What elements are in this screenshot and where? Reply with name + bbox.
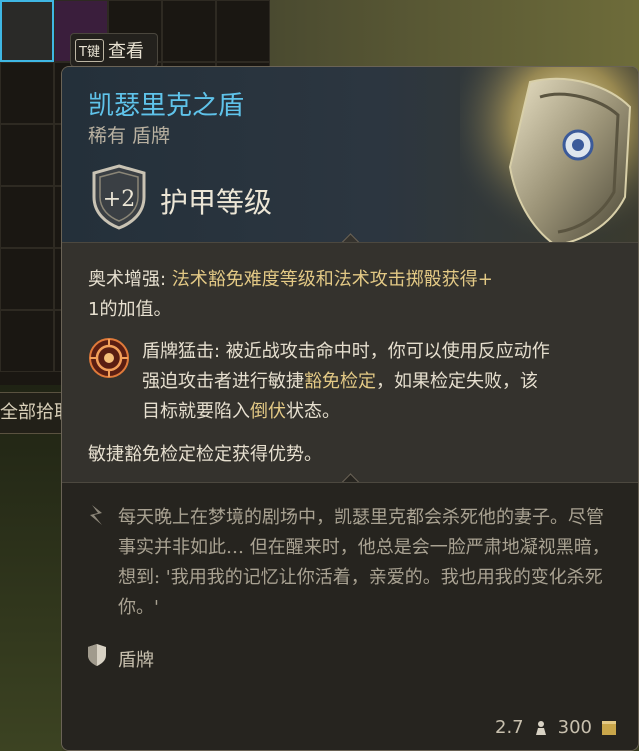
item-tooltip: 凯瑟里克之盾 稀有 盾牌 +2 护甲等级 奥术增强: 法术豁免难度等级和法术攻击… [61,66,639,751]
item-name: 凯瑟里克之盾 [88,91,245,121]
arcane-line2: 1的加值。 [88,299,172,320]
bash-line3-b: 状态。 [286,401,340,422]
item-footer: 2.7 300 [495,717,618,738]
inventory-slot[interactable] [0,248,54,310]
shield-armor-icon: +2 [92,164,146,230]
arcane-bonus-text: 法术豁免难度等级和法术攻击掷骰获得+ [171,269,493,290]
loot-all-label: 全部拾取 [0,402,68,423]
weight-value: 2.7 [495,717,524,738]
properties-section: 奥术增强: 法术豁免难度等级和法术攻击掷骰获得+ 1的加值。 盾牌猛击: 被近战… [62,242,638,483]
shield-type-icon [88,644,106,666]
inventory-slot[interactable] [0,186,54,248]
item-rarity-type: 稀有 盾牌 [88,125,171,147]
weight-icon [535,720,546,735]
bash-line2-b: ，如果检定失败，该 [376,371,538,392]
gold-value: 300 [557,717,592,738]
armor-value: +2 [103,187,135,212]
hint-key: T键 [75,38,104,62]
lore-section: 每天晚上在梦境的剧场中，凯瑟里克都会杀死他的妻子。尽管事实并非如此… 但在醒来时… [62,482,638,750]
item-type-label: 盾牌 [118,650,154,671]
bash-line3-a: 目标就要陷入 [142,401,250,422]
inventory-slot[interactable] [0,310,54,372]
prone-link[interactable]: 倒伏 [250,401,286,422]
coin-icon [602,720,616,735]
quote-icon [90,505,102,525]
world-background-lower [0,385,62,751]
shield-bash-icon [89,338,129,378]
inventory-slot-selected[interactable] [0,0,54,62]
inventory-slot[interactable] [0,124,54,186]
inventory-slot[interactable] [216,0,270,62]
bash-title: 盾牌猛击: [142,341,226,362]
lore-text: 每天晚上在梦境的剧场中，凯瑟里克都会杀死他的妻子。尽管事实并非如此… 但在醒来时… [118,507,610,618]
shield-item-art [460,67,638,247]
armor-class-label: 护甲等级 [160,186,273,219]
inventory-slot[interactable] [162,0,216,62]
saving-throw-link[interactable]: 豁免检定 [304,371,376,392]
inspect-hint[interactable]: T键 查看 [70,33,158,67]
bash-line2-a: 强迫攻击者进行敏捷 [142,371,304,392]
shield-bash-text: 盾牌猛击: 被近战攻击命中时，你可以使用反应动作 强迫攻击者进行敏捷豁免检定，如… [142,337,638,427]
loot-all-tab[interactable]: 全部拾取 [0,392,68,434]
bash-line1: 被近战攻击命中时，你可以使用反应动作 [225,341,550,362]
arcane-prefix: 奥术增强: [88,269,172,290]
arcane-enhancement: 奥术增强: 法术豁免难度等级和法术攻击掷骰获得+ 1的加值。 [88,265,608,325]
inventory-slot[interactable] [0,62,54,124]
advantage-text: 敏捷豁免检定检定获得优势。 [88,444,322,465]
hint-label: 查看 [107,41,144,62]
tooltip-header: 凯瑟里克之盾 稀有 盾牌 +2 护甲等级 [62,67,638,247]
